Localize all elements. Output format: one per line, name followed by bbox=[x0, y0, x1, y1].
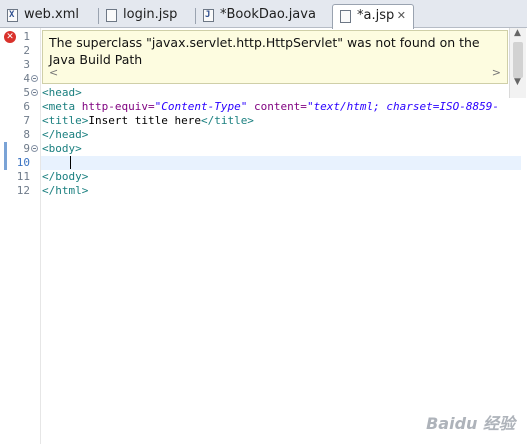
editor-tab-bar: X web.xml login.jsp J *BookDao.java *a.j… bbox=[0, 0, 527, 29]
fold-toggle-icon[interactable] bbox=[31, 75, 38, 82]
fold-toggle-icon[interactable] bbox=[31, 89, 38, 96]
jsp-file-icon bbox=[106, 9, 117, 22]
scroll-right-icon[interactable]: > bbox=[492, 66, 501, 79]
code-line: </html> bbox=[42, 184, 89, 197]
tab-label: login.jsp bbox=[123, 7, 178, 22]
line-number: 7 bbox=[23, 114, 30, 127]
tab-bookdao-java[interactable]: J *BookDao.java bbox=[196, 4, 330, 28]
tab-label: *BookDao.java bbox=[220, 7, 316, 22]
tab-web-xml[interactable]: X web.xml bbox=[0, 4, 98, 28]
tab-label: web.xml bbox=[24, 7, 79, 22]
line-number: 1 bbox=[23, 30, 30, 43]
line-number: 4 bbox=[23, 72, 30, 85]
jsp-file-icon bbox=[340, 10, 351, 23]
current-line-highlight bbox=[41, 156, 521, 170]
hover-horizontal-scrollbar[interactable]: < > bbox=[45, 66, 505, 81]
scroll-down-icon[interactable]: ▼ bbox=[514, 77, 521, 87]
error-message: The superclass "javax.servlet.http.HttpS… bbox=[49, 35, 480, 67]
scroll-left-icon[interactable]: < bbox=[49, 66, 58, 79]
xml-file-icon: X bbox=[7, 9, 18, 22]
line-number: 6 bbox=[23, 100, 30, 113]
line-number: 9 bbox=[23, 142, 30, 155]
line-number: 10 bbox=[16, 156, 30, 169]
code-line: </body> bbox=[42, 170, 89, 183]
gutter-divider bbox=[40, 28, 41, 444]
scroll-up-icon[interactable]: ▲ bbox=[514, 28, 521, 38]
scroll-thumb[interactable] bbox=[513, 42, 523, 78]
line-number: 2 bbox=[23, 44, 30, 57]
tab-label: *a.jsp bbox=[357, 8, 395, 23]
hover-vertical-scrollbar[interactable]: ▲ ▼ bbox=[509, 28, 526, 98]
fold-toggle-icon[interactable] bbox=[31, 145, 38, 152]
java-file-icon: J bbox=[203, 9, 214, 22]
code-line: <body> bbox=[42, 142, 82, 155]
error-hover-popup: The superclass "javax.servlet.http.HttpS… bbox=[42, 30, 508, 84]
baidu-watermark: Baidu 经验 bbox=[426, 414, 515, 433]
line-number: 3 bbox=[23, 58, 30, 71]
line-number: 8 bbox=[23, 128, 30, 141]
tab-a-jsp[interactable]: *a.jsp ✕ bbox=[332, 4, 414, 29]
text-caret bbox=[70, 156, 71, 169]
tab-login-jsp[interactable]: login.jsp bbox=[99, 4, 195, 28]
code-line: <meta http-equiv="Content-Type" content=… bbox=[42, 100, 499, 113]
code-line: <title>Insert title here</title> bbox=[42, 114, 254, 127]
code-line: </head> bbox=[42, 128, 89, 141]
line-number: 11 bbox=[16, 170, 30, 183]
code-editor[interactable]: ✕ 1 2 3 4 5 6 7 8 9 10 11 12 <head> <met… bbox=[0, 28, 527, 444]
close-tab-icon[interactable]: ✕ bbox=[397, 5, 406, 27]
line-number: 12 bbox=[16, 184, 30, 197]
line-number: 5 bbox=[23, 86, 30, 99]
code-line: <head> bbox=[42, 86, 82, 99]
